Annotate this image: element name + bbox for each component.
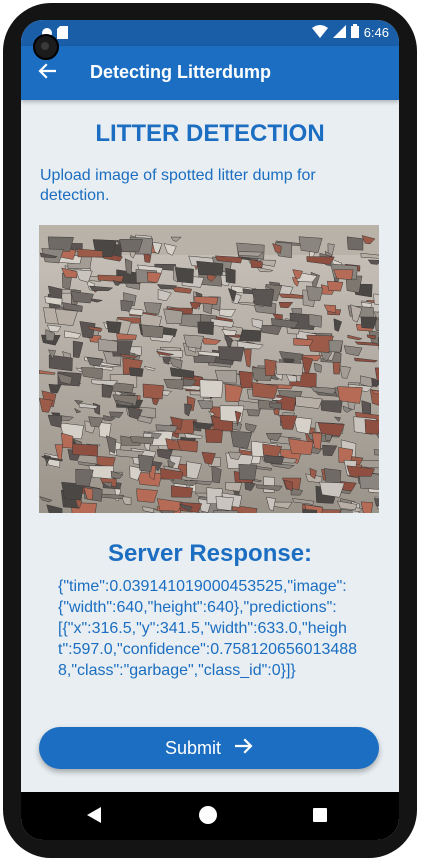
rubble-piece	[71, 443, 98, 457]
rubble-piece	[141, 324, 164, 339]
rubble-piece	[119, 239, 144, 253]
response-title: Server Response:	[107, 540, 313, 567]
arrow-right-icon	[234, 737, 253, 759]
rubble-piece	[106, 320, 122, 334]
rubble-piece	[142, 383, 164, 400]
rubble-piece	[346, 236, 364, 251]
rubble-piece	[364, 419, 379, 435]
app-bar: Detecting Litterdump	[21, 46, 399, 100]
rubble-piece	[215, 496, 235, 511]
page-heading: LITTER DETECTION	[95, 120, 325, 147]
screen: 6:46 Detecting Litterdump LITTER DETECTI…	[21, 20, 399, 840]
phone-frame: 6:46 Detecting Litterdump LITTER DETECTI…	[0, 0, 422, 863]
rubble-piece	[225, 267, 236, 284]
rubble-piece	[199, 379, 224, 398]
rubble-piece	[128, 367, 144, 377]
front-camera	[33, 34, 59, 60]
rubble-piece	[328, 340, 344, 353]
rubble-piece	[97, 338, 118, 353]
nav-home-icon[interactable]	[199, 806, 217, 824]
rubble-piece	[163, 308, 183, 324]
submit-button[interactable]: Submit	[39, 727, 379, 769]
response-body: {"time":0.039141019000453525,"image":{"w…	[58, 578, 358, 679]
rubble-piece	[238, 463, 258, 481]
battery-icon	[350, 24, 359, 41]
rubble-piece	[236, 242, 265, 260]
rubble-piece	[183, 334, 205, 349]
app-title: Detecting Litterdump	[90, 62, 272, 82]
rubble-piece	[275, 361, 304, 376]
rubble-piece	[225, 482, 243, 492]
rubble-piece	[238, 370, 253, 389]
system-nav-bar	[21, 792, 399, 840]
nav-back-icon[interactable]	[87, 807, 101, 828]
rubble-piece	[238, 251, 264, 257]
rubble-piece	[174, 267, 194, 284]
sd-card-icon	[57, 26, 68, 44]
rubble-piece	[326, 280, 344, 292]
arrow-left-icon	[38, 62, 57, 84]
submit-label: Submit	[164, 737, 222, 758]
rubble-piece	[197, 321, 214, 336]
rubble-piece	[308, 314, 323, 328]
rubble-piece	[373, 449, 379, 456]
page-subtitle: Upload image of spotted litter dump for …	[40, 167, 316, 204]
rubble-piece	[298, 236, 323, 254]
status-bar: 6:46	[21, 20, 399, 46]
rubble-piece	[251, 288, 275, 307]
rubble-piece	[264, 358, 277, 376]
rubble-piece	[333, 269, 354, 280]
rubble-piece	[136, 488, 158, 503]
rubble-piece	[373, 293, 379, 305]
rubble-piece	[218, 346, 245, 362]
wifi-icon	[311, 24, 328, 41]
litter-dump-photo[interactable]	[39, 225, 379, 513]
rubble-piece	[138, 454, 154, 472]
rubble-piece	[98, 422, 112, 438]
nav-recent-icon[interactable]	[313, 808, 327, 822]
back-button[interactable]	[33, 59, 61, 87]
rubble-piece	[196, 260, 224, 276]
rubble-piece	[306, 285, 324, 301]
signal-icon	[332, 24, 346, 41]
rubble-piece	[360, 501, 374, 513]
rubble-piece	[213, 510, 239, 513]
rubble-piece	[204, 428, 223, 443]
status-time: 6:46	[363, 25, 389, 40]
rubble-piece	[337, 386, 363, 404]
